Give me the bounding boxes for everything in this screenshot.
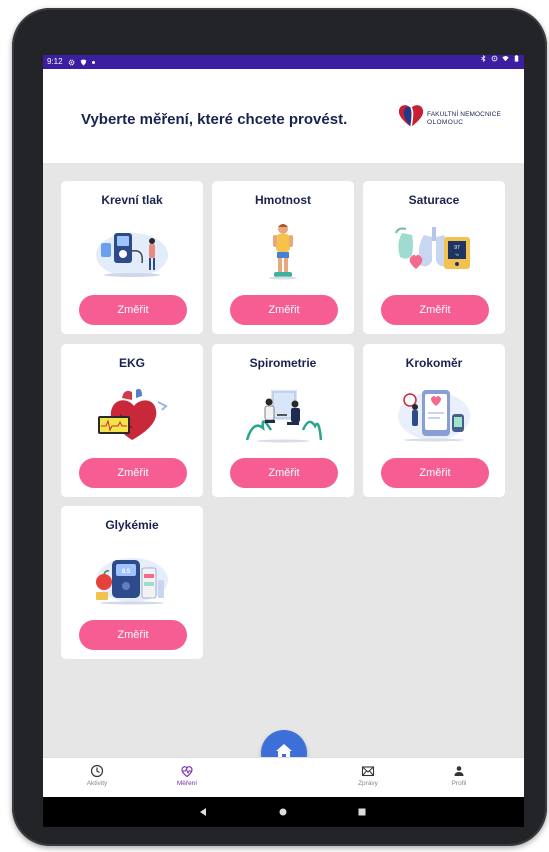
battery-icon (514, 55, 519, 62)
nav-label: Zprávy (358, 780, 378, 787)
logo-name: FAKULTNÍ NEMOCNICE (427, 111, 501, 118)
nav-item-mereni[interactable]: Měření (147, 764, 227, 787)
nav-label: Aktivity (86, 780, 108, 787)
back-icon[interactable] (193, 797, 213, 827)
card-title: Saturace (408, 193, 460, 207)
home-circle-icon[interactable] (273, 797, 293, 827)
measure-button-ekg[interactable]: Změřit (79, 458, 187, 488)
nav-item-profil[interactable]: Profil (419, 764, 499, 787)
page-header: Vyberte měření, které chcete provést. FA… (43, 69, 524, 163)
page-title: Vyberte měření, které chcete provést. (81, 111, 348, 128)
svg-text:97: 97 (454, 245, 460, 251)
person-icon (454, 766, 464, 776)
card-spirometrie: Spirometrie Změřit (212, 344, 354, 497)
status-time: 9:12 (47, 57, 63, 66)
heart-ecg-illustration-icon (98, 388, 168, 440)
weight-scale-illustration-icon (269, 224, 297, 280)
card-glykemie: Glykémie 8.5 Změřit (61, 506, 203, 659)
nav-item-aktivity[interactable]: Aktivity (57, 764, 137, 787)
recents-icon[interactable] (352, 797, 372, 827)
clock-icon (90, 764, 104, 778)
mail-icon (361, 766, 375, 777)
svg-text:8.5: 8.5 (122, 569, 131, 575)
glucometer-illustration-icon: 8.5 (96, 558, 168, 605)
card-title: Glykémie (105, 518, 159, 532)
bottom-navigation: Aktivity Měření Zprávy Profil (43, 757, 524, 797)
settings-gear-icon (68, 59, 74, 65)
system-navigation-bar (43, 797, 524, 827)
oximeter-lungs-illustration-icon: 97 % (395, 227, 470, 269)
measurement-icon (181, 766, 193, 778)
card-title: Hmotnost (255, 193, 311, 207)
measure-button-saturace[interactable]: Změřit (381, 295, 489, 325)
wifi-icon (502, 56, 509, 62)
measure-button-krevni-tlak[interactable]: Změřit (79, 295, 187, 325)
rotate-icon (491, 55, 498, 62)
logo-city: OLOMOUC (427, 119, 464, 126)
card-hmotnost: Hmotnost Změřit (212, 181, 354, 334)
hospital-heart-logo-icon (398, 105, 424, 128)
card-krevni-tlak: Krevní tlak Změřit (61, 181, 203, 334)
hospital-logo: FAKULTNÍ NEMOCNICE OLOMOUC (396, 101, 516, 133)
status-bar: 9:12 (43, 55, 524, 69)
card-title: EKG (118, 356, 145, 370)
measure-button-spirometrie[interactable]: Změřit (230, 458, 338, 488)
card-ekg: EKG Změřit (61, 344, 203, 497)
spirometry-doctor-illustration-icon (245, 390, 323, 443)
shield-icon (80, 58, 86, 66)
card-saturace: Saturace 97 % Změřit (363, 181, 505, 334)
measure-button-krokomer[interactable]: Změřit (381, 458, 489, 488)
card-title: Spirometrie (249, 356, 317, 370)
measure-button-glykemie[interactable]: Změřit (79, 620, 187, 650)
svg-text:%: % (455, 252, 459, 257)
nav-label: Profil (451, 780, 467, 787)
card-title: Krevní tlak (101, 193, 163, 207)
nav-label: Měření (176, 780, 198, 787)
bluetooth-icon (481, 55, 486, 62)
measure-button-hmotnost[interactable]: Změřit (230, 295, 338, 325)
nav-item-zpravy[interactable]: Zprávy (328, 764, 408, 787)
card-krokomer: Krokoměr Změřit (363, 344, 505, 497)
card-title: Krokoměr (405, 356, 463, 370)
app-screen: 9:12 Vyberte měření, které chcete provés… (43, 55, 524, 827)
pedometer-illustration-icon (398, 390, 470, 442)
notification-dot-icon (91, 60, 95, 64)
blood-pressure-illustration-icon (96, 233, 168, 277)
